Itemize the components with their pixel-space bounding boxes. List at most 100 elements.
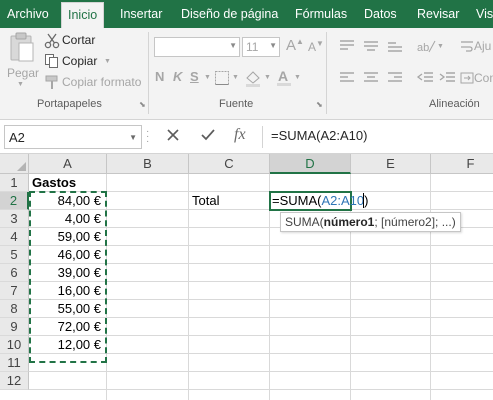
align-top-icon[interactable] xyxy=(338,38,356,57)
font-size-value: 11 xyxy=(246,40,259,54)
shrink-font-button[interactable]: A▼ xyxy=(308,39,324,54)
formula-suffix: ) xyxy=(364,193,369,208)
name-box[interactable]: A2 ▼ xyxy=(4,125,142,149)
gridline xyxy=(29,389,493,390)
row-header-11[interactable]: 11 xyxy=(0,354,29,372)
tooltip-rest: ; [número2]; ...) xyxy=(374,215,456,229)
select-all-button[interactable] xyxy=(0,154,29,174)
copy-button[interactable]: Copiar xyxy=(62,54,97,68)
function-tooltip[interactable]: SUMA(número1; [número2]; ...) xyxy=(280,212,461,232)
chevron-down-icon[interactable]: ▼ xyxy=(129,133,137,142)
ribbon-tab-bar: Archivo Inicio Insertar Diseño de página… xyxy=(0,0,493,28)
gridline xyxy=(29,371,493,372)
svg-text:ab: ab xyxy=(417,42,429,54)
align-left-icon[interactable] xyxy=(338,70,356,89)
orientation-icon[interactable]: ab xyxy=(416,38,436,57)
row-header-12[interactable]: 12 xyxy=(0,372,29,390)
shrink-font-label: A xyxy=(308,40,317,54)
scissors-icon xyxy=(44,33,60,52)
row-header-7[interactable]: 7 xyxy=(0,282,29,300)
bold-button[interactable]: N xyxy=(155,69,164,84)
paste-dropdown-icon[interactable]: ▼ xyxy=(17,81,24,88)
chevron-down-icon: ▼ xyxy=(269,41,277,50)
column-header-d[interactable]: D xyxy=(270,154,351,174)
select-all-icon xyxy=(17,162,26,171)
tab-insertar[interactable]: Insertar xyxy=(120,0,162,28)
row-header-8[interactable]: 8 xyxy=(0,300,29,318)
grow-font-button[interactable]: A▲ xyxy=(286,37,304,54)
check-icon[interactable] xyxy=(199,126,217,149)
wrap-text-button[interactable]: Aju xyxy=(474,39,491,53)
orientation-dropdown-icon[interactable]: ▼ xyxy=(437,43,444,50)
font-color-icon[interactable]: A xyxy=(276,68,292,90)
formula-input[interactable]: =SUMA(A2:A10) xyxy=(271,128,367,143)
increase-indent-icon[interactable] xyxy=(438,70,456,89)
fill-color-icon[interactable] xyxy=(244,69,262,90)
range-marquee xyxy=(29,191,107,363)
copy-dropdown-icon[interactable]: ▼ xyxy=(104,58,111,65)
merge-center-button[interactable]: Con xyxy=(474,71,493,85)
align-bottom-icon[interactable] xyxy=(386,38,404,57)
underline-button[interactable]: S xyxy=(190,69,199,84)
tooltip-function: SUMA( xyxy=(285,215,324,229)
borders-icon[interactable] xyxy=(214,70,230,89)
merge-cells-icon xyxy=(460,71,474,88)
text-cursor xyxy=(363,193,364,208)
group-label-font: Fuente xyxy=(219,98,254,110)
ribbon: Pegar ▼ Cortar Copiar ▼ Copiar formato P… xyxy=(0,28,493,120)
cell-a1[interactable]: Gastos xyxy=(29,174,107,192)
row-header-1[interactable]: 1 xyxy=(0,174,29,192)
cut-button[interactable]: Cortar xyxy=(62,33,95,47)
row-header-2[interactable]: 2 xyxy=(0,192,29,210)
font-name-combobox[interactable]: ▼ xyxy=(154,37,240,57)
column-header-c[interactable]: C xyxy=(189,154,270,174)
tab-revisar[interactable]: Revisar xyxy=(417,0,459,28)
ribbon-group-divider xyxy=(148,32,149,114)
copy-icon xyxy=(44,53,60,72)
column-header-e[interactable]: E xyxy=(351,154,431,174)
row-header-10[interactable]: 10 xyxy=(0,336,29,354)
tab-datos[interactable]: Datos xyxy=(364,0,397,28)
row-header-5[interactable]: 5 xyxy=(0,246,29,264)
paste-button[interactable]: Pegar xyxy=(7,66,39,80)
formula-bar: A2 ▼ · · · fx =SUMA(A2:A10) xyxy=(0,120,493,154)
row-header-6[interactable]: 6 xyxy=(0,264,29,282)
borders-dropdown-icon[interactable]: ▼ xyxy=(232,74,239,81)
insert-function-button[interactable]: fx xyxy=(234,126,246,144)
row-header-4[interactable]: 4 xyxy=(0,228,29,246)
column-header-f[interactable]: F xyxy=(431,154,493,174)
tab-vista[interactable]: Vis xyxy=(476,0,493,28)
tab-formulas[interactable]: Fórmulas xyxy=(295,0,347,28)
font-color-dropdown-icon[interactable]: ▼ xyxy=(294,74,301,81)
align-center-icon[interactable] xyxy=(362,70,380,89)
align-middle-icon[interactable] xyxy=(362,38,380,57)
tab-inicio[interactable]: Inicio xyxy=(61,2,105,28)
tab-diseno-pagina[interactable]: Diseño de página xyxy=(181,0,278,28)
font-size-combobox[interactable]: 11 ▼ xyxy=(242,37,280,57)
formula-range-ref: A2:A10 xyxy=(321,193,365,208)
chevron-down-icon: ▼ xyxy=(229,41,237,50)
font-dialog-launcher-icon[interactable]: ⬊ xyxy=(316,100,323,109)
underline-dropdown-icon[interactable]: ▼ xyxy=(204,74,211,81)
svg-text:A: A xyxy=(278,68,288,84)
clipboard-dialog-launcher-icon[interactable]: ⬊ xyxy=(139,100,146,109)
cell-d2-formula[interactable]: =SUMA(A2:A10) xyxy=(272,192,368,210)
format-painter-icon xyxy=(44,74,60,93)
row-header-9[interactable]: 9 xyxy=(0,318,29,336)
formula-prefix: =SUMA( xyxy=(272,193,322,208)
cross-icon[interactable] xyxy=(164,126,182,149)
gridline xyxy=(430,174,431,400)
ribbon-group-divider xyxy=(326,32,327,114)
fill-color-dropdown-icon[interactable]: ▼ xyxy=(264,74,271,81)
align-right-icon[interactable] xyxy=(386,70,404,89)
italic-button[interactable]: K xyxy=(173,69,182,84)
decrease-indent-icon[interactable] xyxy=(416,70,434,89)
format-painter-button[interactable]: Copiar formato xyxy=(62,75,141,89)
cell-c2[interactable]: Total xyxy=(189,192,270,210)
tab-archivo[interactable]: Archivo xyxy=(7,0,49,28)
row-header-3[interactable]: 3 xyxy=(0,210,29,228)
resize-handle-icon[interactable]: · · · xyxy=(146,127,150,147)
column-header-a[interactable]: A xyxy=(29,154,107,174)
column-header-b[interactable]: B xyxy=(107,154,189,174)
paste-icon[interactable] xyxy=(8,32,36,67)
